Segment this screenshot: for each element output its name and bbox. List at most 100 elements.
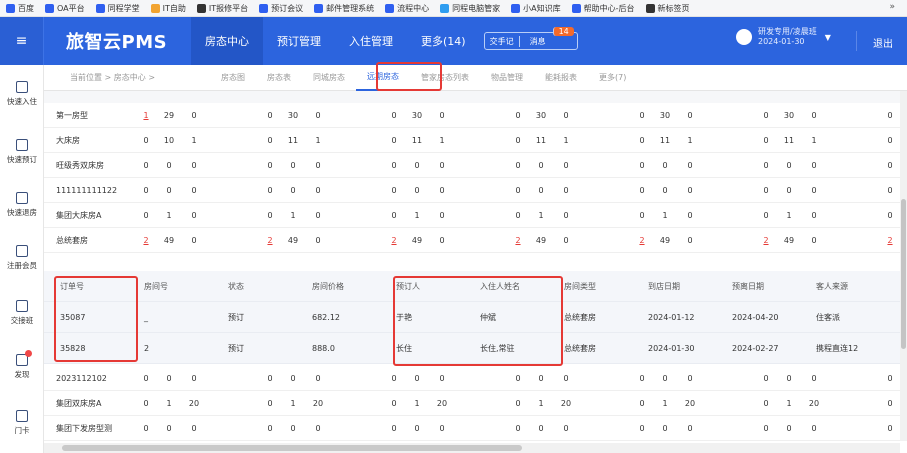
- bookmark-item[interactable]: 同程学堂: [95, 3, 140, 14]
- handover-icon: [16, 300, 28, 312]
- vertical-scroll-thumb[interactable]: [901, 199, 906, 349]
- bookmark-item[interactable]: 小A知识库: [511, 3, 561, 14]
- user-menu[interactable]: 研发专用/凌晨班 2024-01-30 ▼: [736, 27, 831, 47]
- table-cell: 0: [563, 111, 569, 120]
- bookmark-item[interactable]: 同程电脑管家: [440, 3, 500, 14]
- sidebar-item[interactable]: 注册会员: [0, 245, 44, 285]
- table-cell: 0: [786, 424, 792, 433]
- reservation-cell: 2024-04-20: [732, 313, 779, 322]
- reservation-cell: 总统套房: [564, 313, 596, 322]
- available-count-link[interactable]: 2: [258, 228, 282, 253]
- table-cell: 1: [687, 136, 693, 145]
- bookmark-item[interactable]: 邮件管理系统: [314, 3, 374, 14]
- nav-room-status-center[interactable]: 房态中心: [191, 17, 263, 65]
- table-cell: 0: [639, 399, 645, 408]
- table-cell: 0: [662, 186, 668, 195]
- available-count-link[interactable]: 2: [878, 228, 902, 253]
- table-cell: 49: [783, 236, 795, 245]
- discover-icon: [16, 350, 32, 366]
- table-row: 111111111122000000000000000000000: [44, 178, 900, 203]
- business-date: 2024-01-30: [758, 37, 805, 46]
- logout-button[interactable]: 退出: [873, 35, 893, 50]
- table-cell: 30: [287, 111, 299, 120]
- available-count-link[interactable]: 2: [134, 228, 158, 253]
- column-header: 房间价格: [312, 282, 344, 291]
- nav-more[interactable]: 更多(14): [407, 17, 480, 65]
- sidebar-item[interactable]: 快速预订: [0, 139, 44, 179]
- bookmark-item[interactable]: 百度: [6, 3, 34, 14]
- bookmark-label: 同程电脑管家: [452, 3, 501, 13]
- table-cell: 29: [163, 111, 175, 120]
- table-row: 集团大床房A010010010010010010010: [44, 203, 900, 228]
- table-cell: 1: [538, 211, 544, 220]
- sidebar-item[interactable]: 门卡: [0, 410, 44, 450]
- table-cell: 0: [687, 211, 693, 220]
- user-info: 研发专用/凌晨班 2024-01-30: [758, 27, 817, 47]
- table-cell: 0: [515, 161, 521, 170]
- table-cell: 0: [639, 161, 645, 170]
- tab-item[interactable]: 物品管理: [480, 65, 534, 91]
- available-count-link[interactable]: 2: [630, 228, 654, 253]
- available-count-link[interactable]: 2: [506, 228, 530, 253]
- table-cell: 1: [414, 211, 420, 220]
- nav-checkin[interactable]: 入住管理: [335, 17, 407, 65]
- messages-button[interactable]: 消息 14: [518, 26, 577, 47]
- tab-item[interactable]: 房态表: [256, 65, 302, 91]
- table-cell: 1: [290, 399, 296, 408]
- table-cell: 0: [662, 161, 668, 170]
- sidebar-item[interactable]: 交接班: [0, 300, 44, 340]
- room-type-name: 集团大床房A: [56, 211, 102, 220]
- horizontal-scroll-thumb[interactable]: [62, 445, 522, 451]
- available-count-link[interactable]: 2: [382, 228, 406, 253]
- member-icon: [16, 245, 28, 257]
- table-cell: 0: [391, 186, 397, 195]
- table-cell: 0: [315, 374, 321, 383]
- table-cell: 0: [538, 186, 544, 195]
- tab-item[interactable]: 同城房态: [302, 65, 356, 91]
- reservation-cell: 682.12: [312, 313, 340, 322]
- table-cell: 49: [287, 236, 299, 245]
- vertical-scrollbar[interactable]: [900, 91, 907, 441]
- table-cell: 0: [639, 186, 645, 195]
- table-cell: 0: [414, 186, 420, 195]
- nav-reservation[interactable]: 预订管理: [263, 17, 335, 65]
- shift-notes-button[interactable]: 交手记: [485, 36, 519, 47]
- bookmark-item[interactable]: 预订会议: [259, 3, 303, 14]
- table-cell: 11: [535, 136, 547, 145]
- bookmark-item[interactable]: 帮助中心-后台: [571, 3, 635, 14]
- sidebar-item[interactable]: 发现: [0, 350, 44, 394]
- table-cell: 0: [143, 399, 149, 408]
- table-cell: 0: [315, 236, 321, 245]
- table-cell: 0: [662, 374, 668, 383]
- table-cell: 0: [515, 136, 521, 145]
- tab-item[interactable]: 更多(7): [588, 65, 637, 91]
- bookmarks-more-button[interactable]: »: [889, 2, 895, 12]
- bookmark-item[interactable]: IT报修平台: [196, 3, 248, 14]
- table-cell: 0: [391, 399, 397, 408]
- bookmark-item[interactable]: 流程中心: [385, 3, 429, 14]
- table-cell: 0: [315, 186, 321, 195]
- available-count-link[interactable]: 1: [134, 103, 158, 128]
- menu-toggle-icon[interactable]: ≡: [0, 17, 44, 65]
- table-cell: 0: [414, 424, 420, 433]
- bookmark-item[interactable]: 新标签页: [645, 3, 690, 14]
- table-cell: 0: [191, 236, 197, 245]
- bookmark-item[interactable]: OA平台: [45, 3, 85, 14]
- table-row: 总统套房2490249024902490249024902490: [44, 228, 900, 253]
- tab-item[interactable]: 房态图: [210, 65, 256, 91]
- reservation-cell: _: [144, 313, 148, 322]
- table-cell: 0: [687, 374, 693, 383]
- tab-item[interactable]: 能耗报表: [534, 65, 588, 91]
- sidebar-item[interactable]: 快速退房: [0, 192, 44, 232]
- bookmark-item[interactable]: IT自助: [150, 3, 186, 14]
- table-cell: 0: [391, 111, 397, 120]
- table-cell: 49: [535, 236, 547, 245]
- sidebar-item[interactable]: 快速入住: [0, 81, 44, 121]
- reservation-cell: 总统套房: [564, 344, 596, 353]
- available-count-link[interactable]: 2: [754, 228, 778, 253]
- table-cell: 0: [786, 374, 792, 383]
- table-cell: 0: [191, 211, 197, 220]
- table-cell: 0: [143, 424, 149, 433]
- table-row: 2023112102000000000000000000000: [44, 366, 900, 391]
- horizontal-scrollbar[interactable]: [44, 443, 900, 453]
